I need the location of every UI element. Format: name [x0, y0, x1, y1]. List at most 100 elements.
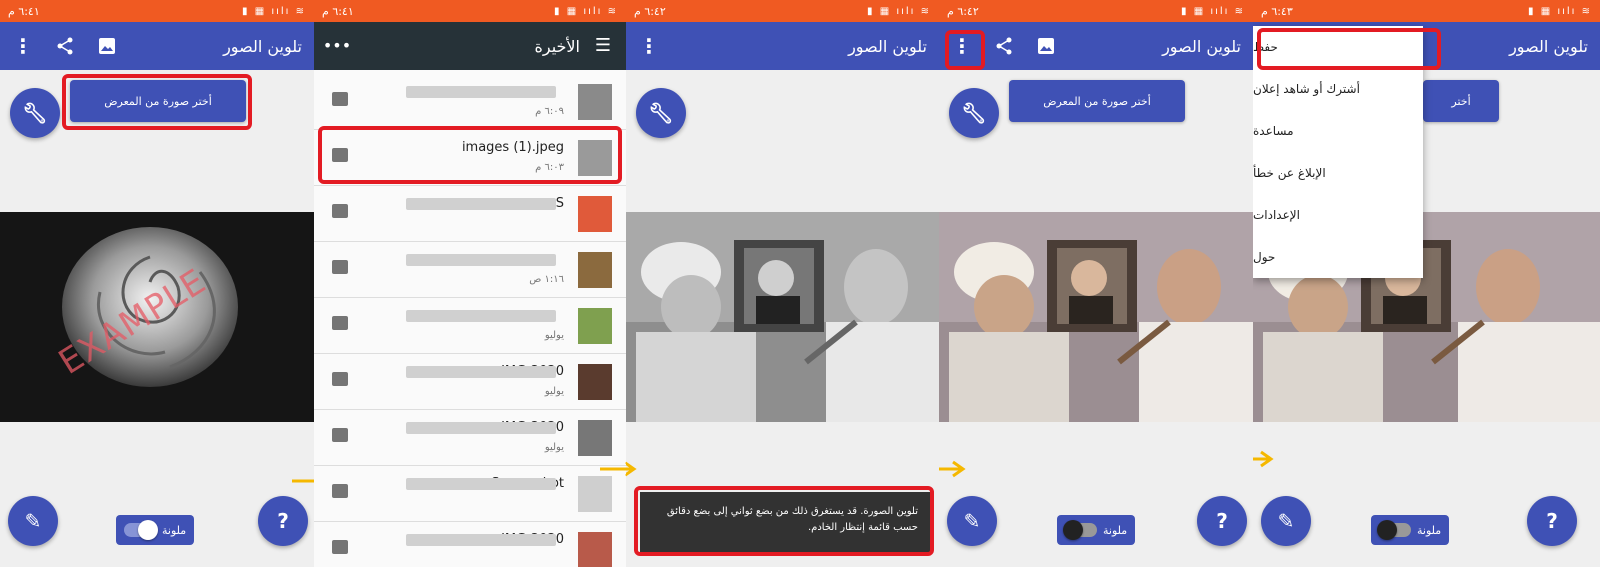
app-bar: ⋮ تلوين الصور — [939, 22, 1253, 70]
blurred-filename — [406, 86, 556, 98]
file-thumbnail — [578, 196, 612, 232]
overflow-menu-icon[interactable]: ⋮ — [638, 35, 660, 57]
status-time: ٦:٤٢ م — [947, 4, 979, 18]
highlight-pick-button — [62, 74, 252, 130]
blurred-filename — [406, 366, 556, 378]
file-row[interactable]: Screenshot — [314, 466, 626, 522]
status-icons: ▮ ▦ ıılı ≋ — [554, 5, 618, 17]
file-row[interactable]: ٦:٠٩ م — [314, 74, 626, 130]
example-rose-image: EXAMPLE — [0, 212, 314, 422]
file-name: S — [555, 196, 564, 211]
highlight-toast — [634, 486, 934, 556]
status-icons: ▮ ▦ ıılı ≋ — [1181, 5, 1245, 17]
panel-save-menu: ٦:٤٣ م ▮ ▦ ıılı ≋ تلوين الصور أختر حفظ أ… — [1253, 0, 1600, 567]
panel-home-example: ٦:٤١ م ▮ ▦ ıılı ≋ ⋮ تلوين الصور 🔧︎ أختر … — [0, 0, 314, 567]
file-thumbnail — [578, 420, 612, 456]
file-date: يوليو — [544, 330, 564, 341]
menu-item-about[interactable]: حول — [1253, 236, 1423, 278]
file-row[interactable]: S — [314, 186, 626, 242]
wrench-icon: 🔧︎ — [648, 101, 674, 125]
pick-image-button[interactable]: أختر صورة من المعرض — [1009, 80, 1185, 122]
tools-fab[interactable]: 🔧︎ — [636, 88, 686, 138]
menu-item-report-bug[interactable]: الإبلاغ عن خطأ — [1253, 152, 1423, 194]
status-bar: ٦:٤١ م ▮ ▦ ıılı ≋ — [314, 0, 626, 22]
gallery-icon[interactable] — [1035, 35, 1057, 57]
share-icon[interactable] — [993, 35, 1015, 57]
blurred-filename — [406, 198, 556, 210]
arrow-icon — [292, 479, 314, 483]
file-row[interactable]: يوليو — [314, 298, 626, 354]
blurred-filename — [406, 534, 556, 546]
app-title: تلوين الصور — [1509, 36, 1588, 56]
edit-fab[interactable]: ✎ — [1261, 496, 1311, 546]
image-file-icon — [332, 316, 348, 330]
arrow-icon — [1253, 450, 1274, 468]
toggle-label: ملونة — [1103, 523, 1128, 537]
edit-fab[interactable]: ✎ — [947, 496, 997, 546]
file-row[interactable]: IMG-2020يوليو — [314, 410, 626, 466]
help-fab[interactable]: ? — [258, 496, 308, 546]
image-file-icon — [332, 92, 348, 106]
color-toggle[interactable]: ملونة — [116, 515, 195, 545]
status-time: ٦:٤٢ م — [634, 4, 666, 18]
blurred-filename — [406, 310, 556, 322]
toggle-switch[interactable] — [1063, 520, 1097, 540]
file-thumbnail — [578, 476, 612, 512]
app-bar: ⋮ تلوين الصور — [626, 22, 939, 70]
pencil-icon: ✎ — [24, 509, 42, 533]
toggle-switch[interactable] — [124, 520, 158, 540]
more-options-icon[interactable]: ••• — [323, 35, 351, 57]
status-icons: ▮ ▦ ıılı ≋ — [242, 5, 306, 17]
pencil-icon: ✎ — [963, 509, 981, 533]
blurred-filename — [406, 422, 556, 434]
menu-item-subscribe[interactable]: أشترك أو شاهد إعلان — [1253, 68, 1423, 110]
tools-fab[interactable]: 🔧︎ — [949, 88, 999, 138]
tools-fab[interactable]: 🔧︎ — [10, 88, 60, 138]
colorized-photo — [939, 212, 1253, 422]
highlight-overflow-menu — [945, 30, 985, 70]
pick-image-button-partial[interactable]: أختر — [1423, 80, 1499, 122]
image-file-icon — [332, 484, 348, 498]
image-file-icon — [332, 204, 348, 218]
menu-item-settings[interactable]: الإعدادات — [1253, 194, 1423, 236]
file-thumbnail — [578, 84, 612, 120]
share-icon[interactable] — [54, 35, 76, 57]
color-toggle[interactable]: ملونة — [1057, 515, 1136, 545]
app-title: تلوين الصور — [1162, 36, 1241, 56]
panel-colorizing: ٦:٤٢ م ▮ ▦ ıılı ≋ ⋮ تلوين الصور 🔧︎ تلوين… — [626, 0, 939, 567]
toggle-switch[interactable] — [1377, 520, 1411, 540]
file-row[interactable]: ١:١٦ ص — [314, 242, 626, 298]
arrow-icon — [600, 462, 626, 476]
color-toggle[interactable]: ملونة — [1371, 515, 1450, 545]
file-row[interactable]: IMG-2020 — [314, 522, 626, 567]
edit-fab[interactable]: ✎ — [8, 496, 58, 546]
status-icons: ▮ ▦ ıılı ≋ — [867, 5, 931, 17]
panel-colorized: ٦:٤٢ م ▮ ▦ ıılı ≋ ⋮ تلوين الصور 🔧︎ أختر … — [939, 0, 1253, 567]
picker-title: الأخيرة — [534, 36, 581, 56]
status-bar: ٦:٤٢ م ▮ ▦ ıılı ≋ — [939, 0, 1253, 22]
file-thumbnail — [578, 252, 612, 288]
image-file-icon — [332, 540, 348, 554]
status-time: ٦:٤١ م — [8, 4, 40, 18]
status-bar: ٦:٤٣ م ▮ ▦ ıılı ≋ — [1253, 0, 1600, 22]
image-file-icon — [332, 260, 348, 274]
image-file-icon — [332, 428, 348, 442]
status-bar: ٦:٤٢ م ▮ ▦ ıılı ≋ — [626, 0, 939, 22]
overflow-menu-icon[interactable]: ⋮ — [12, 35, 34, 57]
status-bar: ٦:٤١ م ▮ ▦ ıılı ≋ — [0, 0, 314, 22]
panel-file-picker: ٦:٤١ م ▮ ▦ ıılı ≋ ••• الأخيرة ☰ ٦:٠٩ م im… — [314, 0, 626, 567]
file-date: ١:١٦ ص — [529, 274, 564, 285]
arrow-icon — [626, 461, 637, 477]
file-row[interactable]: IMG-2020يوليو — [314, 354, 626, 410]
gallery-icon[interactable] — [96, 35, 118, 57]
menu-item-help[interactable]: مساعدة — [1253, 110, 1423, 152]
help-fab[interactable]: ? — [1527, 496, 1577, 546]
file-thumbnail — [578, 364, 612, 400]
hamburger-menu-icon[interactable]: ☰ — [592, 35, 614, 57]
blurred-filename — [406, 254, 556, 266]
grayscale-photo — [626, 212, 939, 422]
app-bar: ⋮ تلوين الصور — [0, 22, 314, 70]
help-fab[interactable]: ? — [1197, 496, 1247, 546]
status-time: ٦:٤٣ م — [1261, 4, 1293, 18]
picker-bar: ••• الأخيرة ☰ — [314, 22, 626, 70]
